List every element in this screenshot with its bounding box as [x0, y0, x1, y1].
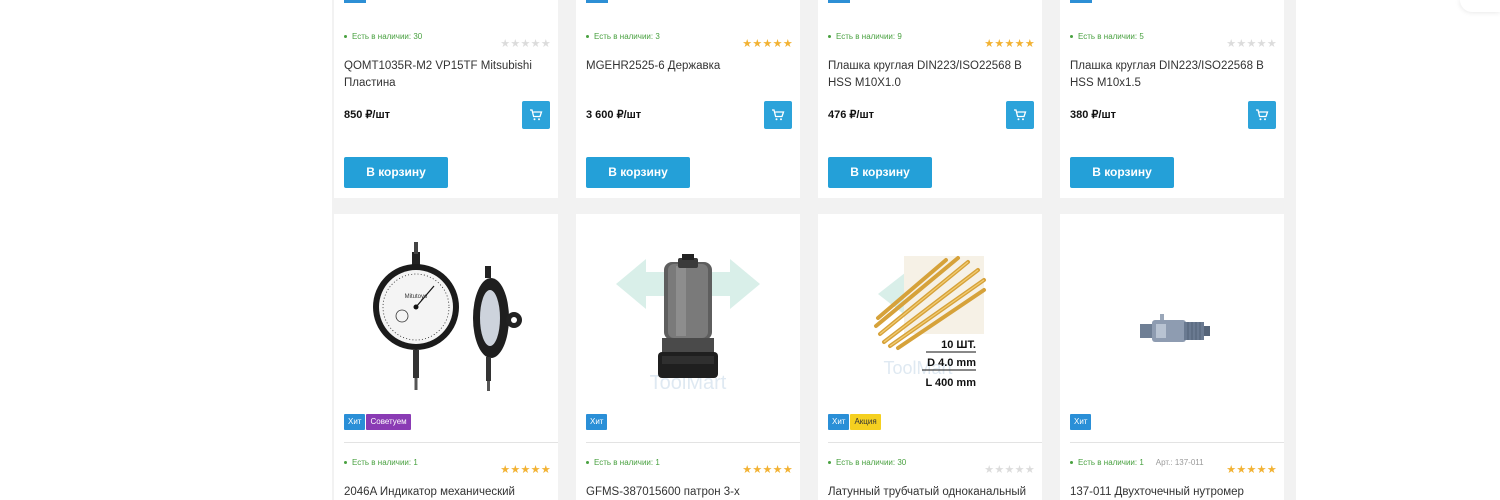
stock-text: Есть в наличии: 30: [836, 458, 907, 467]
bore-micrometer-image: [1140, 314, 1210, 342]
product-title[interactable]: Латунный трубчатый одноканальный: [828, 484, 1028, 500]
product-image[interactable]: ToolMart: [576, 214, 800, 414]
badge-hit: Хит: [586, 414, 608, 430]
svg-text:Mitutoyo: Mitutoyo: [405, 294, 428, 300]
buy-button[interactable]: В корзину: [1070, 157, 1174, 188]
dial-indicator-image: Mitutoyo: [373, 242, 522, 391]
badge-hit: Хит: [344, 414, 366, 430]
badge-hit: Хит: [1070, 414, 1092, 430]
product-title[interactable]: Плашка круглая DIN223/ISO22568 B HSS M10…: [828, 58, 1028, 92]
product-image[interactable]: ToolMart 10 ШТ. D 4.0 mm L 400 mm: [818, 214, 1042, 414]
rating-stars[interactable]: ★★★★★: [1226, 38, 1277, 50]
stock-dot-icon: [586, 461, 589, 465]
stock-text: Есть в наличии: 30: [352, 32, 423, 41]
buy-button[interactable]: В корзину: [586, 157, 690, 188]
badge-hit-cut: [828, 0, 850, 3]
add-to-cart-icon-button[interactable]: [1006, 101, 1034, 129]
badge-hit: Хит: [828, 414, 850, 430]
badge-list: Хит Акция: [828, 411, 882, 430]
stock-status: Есть в наличии: 30: [828, 458, 906, 467]
divider: [344, 442, 558, 443]
stock-status: Есть в наличии: 9: [828, 32, 902, 41]
divider: [1070, 442, 1284, 443]
stock-text: Есть в наличии: 1: [352, 458, 418, 467]
stock-dot-icon: [1070, 461, 1073, 465]
stock-dot-icon: [1070, 35, 1073, 39]
stock-status: Есть в наличии: 1: [344, 458, 418, 467]
divider: [586, 442, 800, 443]
rating-stars[interactable]: ★★★★★: [742, 38, 793, 50]
rating-stars[interactable]: ★★★★★: [742, 464, 793, 476]
buy-button[interactable]: В корзину: [344, 157, 448, 188]
product-title[interactable]: Плашка круглая DIN223/ISO22568 B HSS M10…: [1070, 58, 1270, 92]
badge-list: Хит Советуем: [344, 411, 412, 430]
product-card: Есть в наличии: 5 ★★★★★ Плашка круглая D…: [1060, 0, 1284, 198]
length-label: L 400 mm: [925, 377, 976, 389]
badge-list: Хит: [586, 411, 608, 430]
product-card: Хит Есть в наличии: 1 Арт.: 137-011 ★★★★★…: [1060, 214, 1284, 500]
stock-status: Есть в наличии: 3: [586, 32, 660, 41]
buy-button[interactable]: В корзину: [828, 157, 932, 188]
stock-dot-icon: [344, 461, 347, 465]
divider: [828, 442, 1042, 443]
stock-text: Есть в наличии: 3: [594, 32, 660, 41]
rating-stars[interactable]: ★★★★★: [984, 38, 1035, 50]
add-to-cart-icon-button[interactable]: [522, 101, 550, 129]
pack-quantity-label: 10 ШТ.: [941, 339, 976, 351]
drill-chuck-image: ToolMart: [616, 254, 760, 394]
cart-icon: [530, 109, 543, 121]
cart-icon: [1256, 109, 1269, 121]
product-title[interactable]: 137-011 Двухточечный нутромер: [1070, 484, 1270, 500]
product-title[interactable]: QOMT1035R-M2 VP15TF Mitsubishi Пластина: [344, 58, 544, 92]
rating-stars[interactable]: ★★★★★: [1226, 464, 1277, 476]
product-card: ToolMart Хит Есть в наличии: 1 ★★★★★ GFM…: [576, 214, 800, 500]
product-card: Есть в наличии: 30 ★★★★★ QOMT1035R-M2 VP…: [334, 0, 558, 198]
product-card: Mitutoyo Хит Советуем Есть в наличии: 1 ★…: [334, 214, 558, 500]
product-price: 476 ₽/шт: [828, 109, 875, 121]
badge-list: Хит: [1070, 411, 1092, 430]
product-card: ToolMart 10 ШТ. D 4.0 mm L 400 mm Хит Ак…: [818, 214, 1042, 500]
stock-status: Есть в наличии: 30: [344, 32, 422, 41]
add-to-cart-icon-button[interactable]: [764, 101, 792, 129]
stock-dot-icon: [828, 35, 831, 39]
stock-text: Есть в наличии: 5: [1078, 32, 1144, 41]
product-title[interactable]: MGEHR2525-6 Державка: [586, 58, 786, 75]
product-price: 850 ₽/шт: [344, 109, 391, 121]
stock-text: Есть в наличии: 9: [836, 32, 902, 41]
rating-stars[interactable]: ★★★★★: [984, 464, 1035, 476]
stock-dot-icon: [344, 35, 347, 39]
product-card: Есть в наличии: 3 ★★★★★ MGEHR2525-6 Держ…: [576, 0, 800, 198]
brass-tubes-image: ToolMart 10 ШТ. D 4.0 mm L 400 mm: [874, 256, 986, 389]
product-price: 3 600 ₽/шт: [586, 109, 642, 121]
product-price: 380 ₽/шт: [1070, 109, 1117, 121]
badge-hit-cut: [586, 0, 608, 3]
product-card: Есть в наличии: 9 ★★★★★ Плашка круглая D…: [818, 0, 1042, 198]
product-title[interactable]: GFMS-387015600 патрон 3-х: [586, 484, 786, 500]
stock-status: Есть в наличии: 1: [586, 458, 660, 467]
stock-dot-icon: [586, 35, 589, 39]
stock-text: Есть в наличии: 1: [1078, 458, 1144, 467]
product-image[interactable]: [1060, 214, 1284, 414]
rating-stars[interactable]: ★★★★★: [500, 464, 551, 476]
cart-icon: [1014, 109, 1027, 121]
stock-status: Есть в наличии: 5: [1070, 32, 1144, 41]
article-number: Арт.: 137-011: [1155, 458, 1204, 467]
product-image[interactable]: Mitutoyo: [334, 214, 558, 414]
badge-hit-cut: [1070, 0, 1092, 3]
product-grid: Есть в наличии: 30 ★★★★★ QOMT1035R-M2 VP…: [332, 0, 1296, 500]
cart-icon: [772, 109, 785, 121]
stock-text: Есть в наличии: 1: [594, 458, 660, 467]
badge-sale: Акция: [850, 414, 881, 430]
stock-dot-icon: [828, 461, 831, 465]
floating-panel-edge: [1460, 0, 1500, 12]
badge-recommend: Советуем: [366, 414, 411, 430]
badge-hit-cut: [344, 0, 366, 3]
rating-stars[interactable]: ★★★★★: [500, 38, 551, 50]
product-title[interactable]: 2046A Индикатор механический: [344, 484, 544, 500]
stock-status: Есть в наличии: 1 Арт.: 137-011: [1070, 458, 1204, 467]
diameter-label: D 4.0 mm: [927, 357, 976, 369]
add-to-cart-icon-button[interactable]: [1248, 101, 1276, 129]
